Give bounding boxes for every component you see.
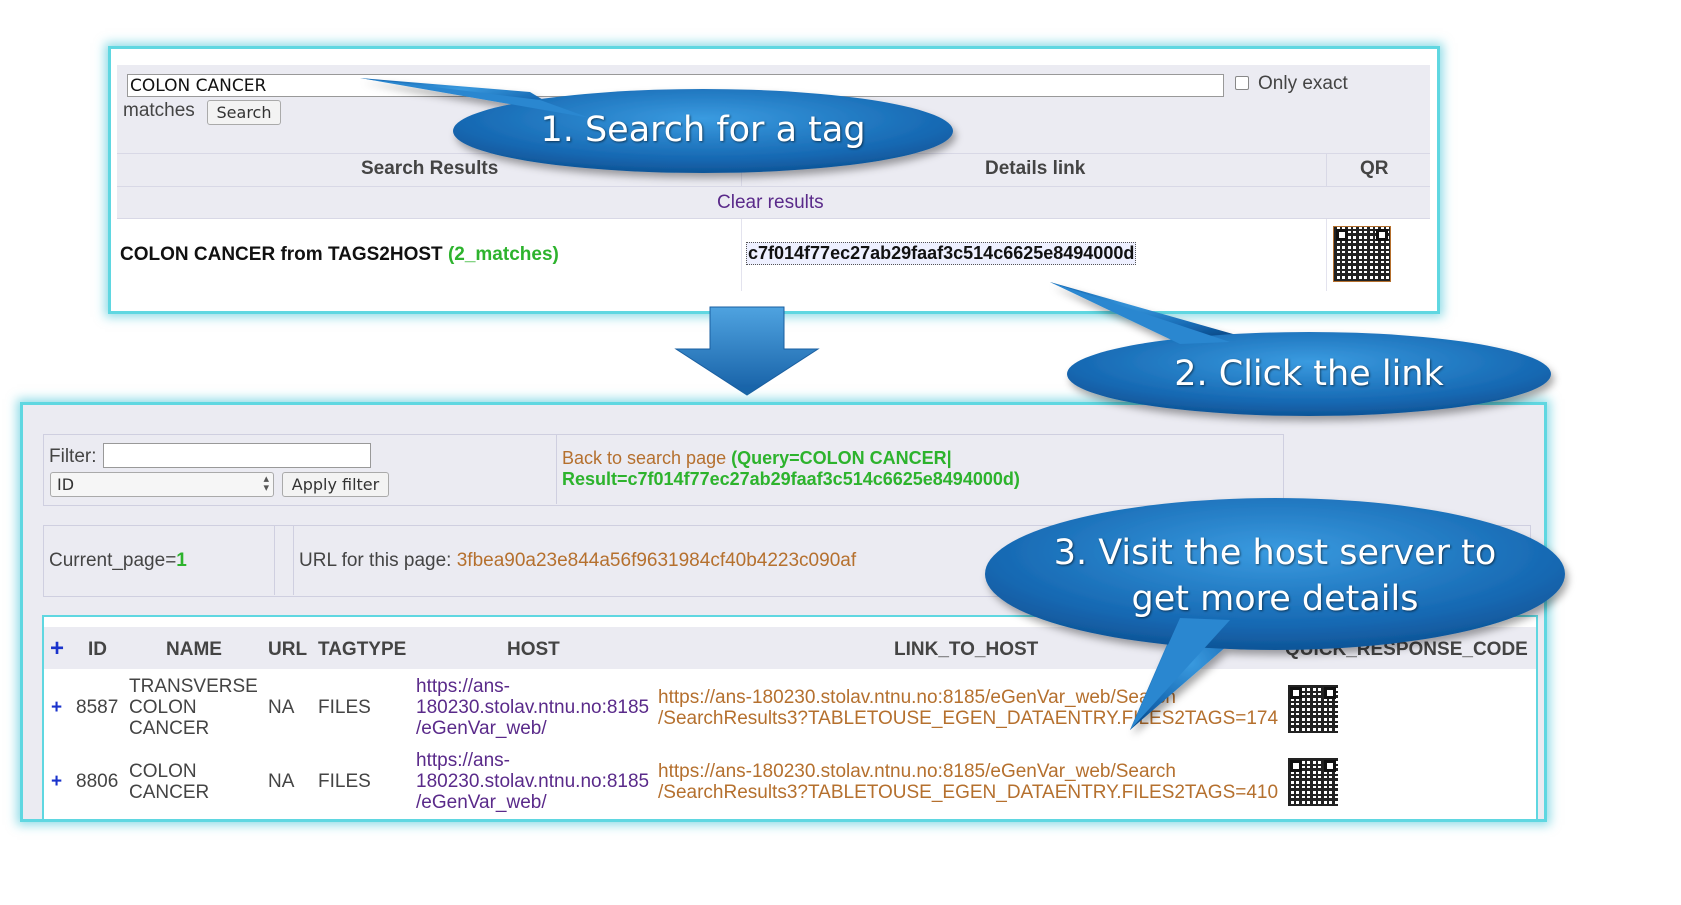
callout-step2-bubble: [1050, 282, 1551, 416]
callout-step3-text: 3. Visit the host server to get more det…: [985, 530, 1565, 622]
callout-step3-line: get more details: [1131, 579, 1419, 619]
callout-step3-line: 3. Visit the host server to: [1053, 533, 1497, 573]
callout-step1-text: 1. Search for a tag: [540, 110, 866, 150]
callout-step2-text: 2. Click the link: [1174, 354, 1444, 394]
